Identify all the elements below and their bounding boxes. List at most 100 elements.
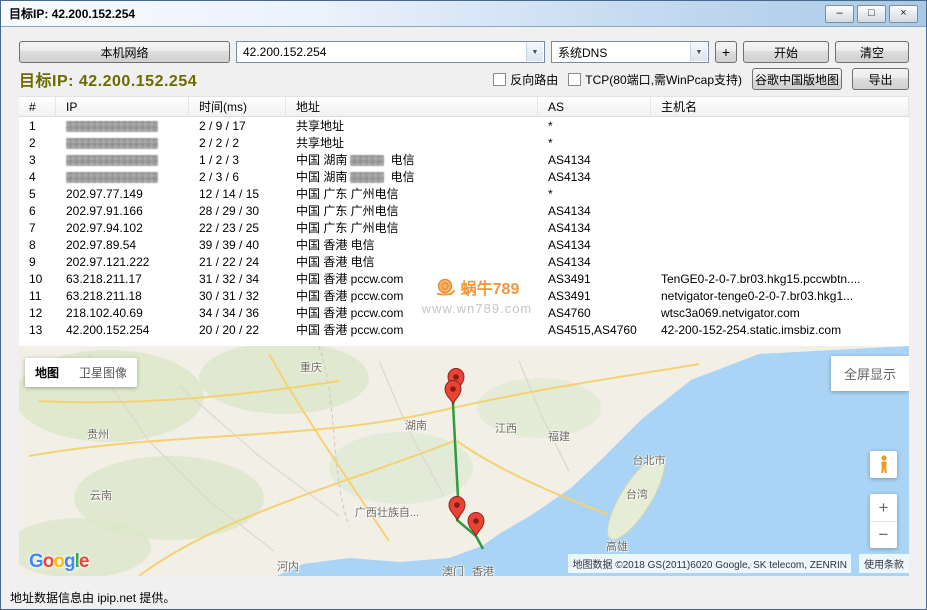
google-cn-map-button[interactable]: 谷歌中国版地图 bbox=[752, 68, 842, 90]
cell-time: 2 / 2 / 2 bbox=[189, 136, 286, 150]
table-row[interactable]: 12 / 9 / 17共享地址* bbox=[19, 117, 909, 134]
cell-hop: 12 bbox=[19, 306, 56, 320]
window-title: 目标IP: 42.200.152.254 bbox=[1, 5, 135, 22]
cell-hostname: wtsc3a069.netvigator.com bbox=[651, 306, 909, 320]
dns-select[interactable]: 系统DNS ▼ bbox=[551, 41, 709, 63]
table-row[interactable]: 31 / 2 / 3中国 湖南 电信AS4134 bbox=[19, 151, 909, 168]
table-row[interactable]: 1342.200.152.25420 / 20 / 22中国 香港 pccw.c… bbox=[19, 321, 909, 338]
masked-city bbox=[350, 172, 384, 183]
cell-time: 30 / 31 / 32 bbox=[189, 289, 286, 303]
masked-ip bbox=[66, 172, 158, 183]
map-place-label: 福建 bbox=[548, 428, 570, 444]
export-button[interactable]: 导出 bbox=[852, 68, 909, 90]
terms-link[interactable]: 使用条款 bbox=[859, 554, 909, 573]
cell-time: 31 / 32 / 34 bbox=[189, 272, 286, 286]
cell-time: 2 / 3 / 6 bbox=[189, 170, 286, 184]
cell-hop: 8 bbox=[19, 238, 56, 252]
cell-hop: 6 bbox=[19, 204, 56, 218]
tcp-checkbox[interactable] bbox=[568, 73, 581, 86]
cell-hop: 9 bbox=[19, 255, 56, 269]
map-attribution: 地图数据 ©2018 GS(2011)6020 Google, SK telec… bbox=[568, 554, 851, 573]
chevron-down-icon[interactable]: ▼ bbox=[690, 43, 707, 61]
cell-address: 中国 香港 pccw.com bbox=[286, 304, 538, 321]
cell-as: AS4134 bbox=[538, 238, 651, 252]
map-canvas bbox=[19, 346, 909, 576]
options-group: 反向路由 TCP(80端口,需WinPcap支持) 谷歌中国版地图 导出 bbox=[493, 68, 909, 90]
trace-table-header[interactable]: #IP时间(ms)地址AS主机名 bbox=[19, 97, 909, 117]
cell-time: 2 / 9 / 17 bbox=[189, 119, 286, 133]
table-row[interactable]: 6202.97.91.16628 / 29 / 30中国 广东 广州电信AS41… bbox=[19, 202, 909, 219]
table-row[interactable]: 1163.218.211.1830 / 31 / 32中国 香港 pccw.co… bbox=[19, 287, 909, 304]
tcp-option[interactable]: TCP(80端口,需WinPcap支持) bbox=[568, 71, 742, 88]
cell-address: 共享地址 bbox=[286, 117, 538, 134]
local-network-button[interactable]: 本机网络 bbox=[19, 41, 230, 63]
cell-ip bbox=[56, 170, 189, 184]
map-place-label: 高雄 bbox=[606, 538, 628, 554]
cell-as: AS3491 bbox=[538, 289, 651, 303]
map-place-label: 澳门 bbox=[442, 563, 464, 576]
table-row[interactable]: 9202.97.121.22221 / 22 / 24中国 香港 电信AS413… bbox=[19, 253, 909, 270]
cell-hop: 13 bbox=[19, 323, 56, 337]
column-header[interactable]: 地址 bbox=[286, 97, 538, 116]
table-row[interactable]: 22 / 2 / 2共享地址* bbox=[19, 134, 909, 151]
table-row[interactable]: 8202.97.89.5439 / 39 / 40中国 香港 电信AS4134 bbox=[19, 236, 909, 253]
cell-hop: 3 bbox=[19, 153, 56, 167]
cell-as: AS4134 bbox=[538, 170, 651, 184]
table-row[interactable]: 1063.218.211.1731 / 32 / 34中国 香港 pccw.co… bbox=[19, 270, 909, 287]
cell-address: 中国 香港 pccw.com bbox=[286, 321, 538, 338]
masked-ip bbox=[66, 121, 158, 132]
cell-hostname: netvigator-tenge0-2-0-7.br03.hkg1... bbox=[651, 289, 909, 303]
table-row[interactable]: 42 / 3 / 6中国 湖南 电信AS4134 bbox=[19, 168, 909, 185]
options-bar: 目标IP: 42.200.152.254 反向路由 TCP(80端口,需WinP… bbox=[19, 67, 909, 91]
add-target-button[interactable]: + bbox=[715, 41, 737, 63]
pegman-control[interactable] bbox=[870, 451, 897, 478]
close-button[interactable]: × bbox=[889, 5, 918, 23]
cell-as: AS3491 bbox=[538, 272, 651, 286]
table-row[interactable]: 5202.97.77.14912 / 14 / 15中国 广东 广州电信* bbox=[19, 185, 909, 202]
maximize-icon: □ bbox=[868, 8, 875, 19]
table-row[interactable]: 12218.102.40.6934 / 34 / 36中国 香港 pccw.co… bbox=[19, 304, 909, 321]
cell-ip bbox=[56, 119, 189, 133]
google-logo-letter: o bbox=[43, 551, 54, 572]
cell-as: AS4515,AS4760 bbox=[538, 323, 651, 337]
map-place-label: 湖南 bbox=[405, 417, 427, 433]
cell-as: AS4134 bbox=[538, 255, 651, 269]
map-type-satellite-button[interactable]: 卫星图像 bbox=[69, 358, 137, 387]
cell-address: 中国 广东 广州电信 bbox=[286, 202, 538, 219]
minimize-button[interactable]: – bbox=[825, 5, 854, 23]
zoom-in-button[interactable]: + bbox=[870, 494, 897, 521]
maximize-button[interactable]: □ bbox=[857, 5, 886, 23]
cell-hop: 11 bbox=[19, 289, 56, 303]
target-ip-value: 42.200.152.254 bbox=[243, 45, 326, 59]
chevron-down-icon[interactable]: ▼ bbox=[526, 43, 543, 61]
cell-address: 中国 香港 pccw.com bbox=[286, 270, 538, 287]
column-header[interactable]: # bbox=[19, 97, 56, 116]
clear-button[interactable]: 清空 bbox=[835, 41, 909, 63]
zoom-control: + − bbox=[870, 494, 897, 548]
column-header[interactable]: 主机名 bbox=[651, 97, 909, 116]
zoom-out-button[interactable]: − bbox=[870, 521, 897, 548]
start-button[interactable]: 开始 bbox=[743, 41, 829, 63]
cell-address: 中国 湖南 电信 bbox=[286, 168, 538, 185]
reverse-route-option[interactable]: 反向路由 bbox=[493, 71, 558, 88]
reverse-route-label: 反向路由 bbox=[510, 71, 558, 88]
cell-hop: 7 bbox=[19, 221, 56, 235]
table-row[interactable]: 7202.97.94.10222 / 23 / 25中国 广东 广州电信AS41… bbox=[19, 219, 909, 236]
column-header[interactable]: AS bbox=[538, 97, 651, 116]
cell-address: 中国 香港 pccw.com bbox=[286, 287, 538, 304]
pegman-icon bbox=[878, 455, 890, 474]
google-logo[interactable]: Google bbox=[29, 551, 88, 573]
cell-time: 34 / 34 / 36 bbox=[189, 306, 286, 320]
map-type-map-button[interactable]: 地图 bbox=[25, 358, 69, 387]
map-type-bar: 地图 卫星图像 bbox=[25, 358, 137, 387]
close-icon: × bbox=[900, 8, 906, 19]
fullscreen-button[interactable]: 全屏显示 bbox=[831, 356, 909, 391]
map[interactable]: 重庆贵州湖南江西福建台北市台湾高雄云南广西壮族自...河内澳门香港 地图 卫星图… bbox=[19, 346, 909, 576]
dns-value: 系统DNS bbox=[558, 44, 607, 61]
column-header[interactable]: 时间(ms) bbox=[189, 97, 286, 116]
target-ip-combobox[interactable]: 42.200.152.254 ▼ bbox=[236, 41, 545, 63]
reverse-route-checkbox[interactable] bbox=[493, 73, 506, 86]
tcp-label: TCP(80端口,需WinPcap支持) bbox=[585, 71, 742, 88]
column-header[interactable]: IP bbox=[56, 97, 189, 116]
toolbar: 本机网络 42.200.152.254 ▼ 系统DNS ▼ + 开始 清空 bbox=[19, 41, 909, 63]
